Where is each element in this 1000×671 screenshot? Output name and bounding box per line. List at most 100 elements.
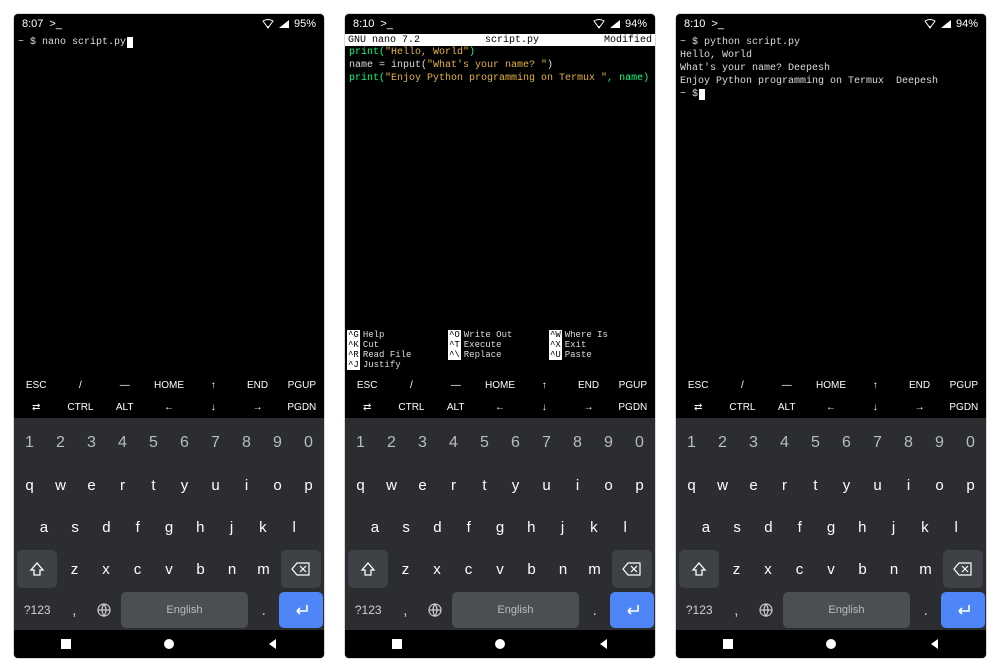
key-e[interactable]: e	[78, 466, 106, 504]
key-e[interactable]: e	[740, 466, 768, 504]
key-space[interactable]: English	[121, 592, 249, 628]
key-u[interactable]: u	[533, 466, 561, 504]
key-shift[interactable]	[679, 550, 719, 588]
terminal-area[interactable]	[14, 51, 324, 374]
ek-ctrl[interactable]: CTRL	[389, 396, 433, 418]
key-p[interactable]: p	[957, 466, 985, 504]
key-z[interactable]: z	[391, 550, 420, 588]
key-7[interactable]: 7	[533, 424, 561, 462]
key-v[interactable]: v	[486, 550, 515, 588]
key-8[interactable]: 8	[895, 424, 923, 462]
nav-recent[interactable]	[721, 637, 735, 651]
key-5[interactable]: 5	[140, 424, 168, 462]
key-a[interactable]: a	[692, 508, 720, 546]
key-1[interactable]: 1	[678, 424, 706, 462]
key-backspace[interactable]	[612, 550, 652, 588]
ek-right[interactable]: →	[235, 396, 279, 418]
ek-left[interactable]: ←	[147, 396, 191, 418]
key-4[interactable]: 4	[440, 424, 468, 462]
key-symbols[interactable]: ?123	[678, 592, 721, 628]
key-dot[interactable]: .	[582, 592, 607, 628]
key-q[interactable]: q	[347, 466, 375, 504]
key-symbols[interactable]: ?123	[347, 592, 390, 628]
ek-dash[interactable]: —	[434, 374, 478, 396]
ek-ctrl[interactable]: CTRL	[58, 396, 102, 418]
key-d[interactable]: d	[92, 508, 120, 546]
key-dot[interactable]: .	[251, 592, 276, 628]
nav-recent[interactable]	[390, 637, 404, 651]
terminal-area[interactable]	[345, 85, 655, 328]
key-1[interactable]: 1	[347, 424, 375, 462]
key-a[interactable]: a	[361, 508, 389, 546]
key-backspace[interactable]	[281, 550, 321, 588]
key-lang[interactable]	[421, 592, 449, 628]
key-j[interactable]: j	[879, 508, 907, 546]
ek-tab[interactable]: ⇄	[14, 396, 58, 418]
key-4[interactable]: 4	[771, 424, 799, 462]
ek-end[interactable]: END	[897, 374, 941, 396]
key-k[interactable]: k	[249, 508, 277, 546]
key-i[interactable]: i	[895, 466, 923, 504]
key-v[interactable]: v	[817, 550, 846, 588]
key-c[interactable]: c	[785, 550, 814, 588]
key-g[interactable]: g	[155, 508, 183, 546]
ek-alt[interactable]: ALT	[434, 396, 478, 418]
ek-home[interactable]: HOME	[478, 374, 522, 396]
key-r[interactable]: r	[109, 466, 137, 504]
key-w[interactable]: w	[378, 466, 406, 504]
key-6[interactable]: 6	[833, 424, 861, 462]
key-3[interactable]: 3	[78, 424, 106, 462]
key-p[interactable]: p	[295, 466, 323, 504]
key-l[interactable]: l	[611, 508, 639, 546]
key-g[interactable]: g	[486, 508, 514, 546]
key-f[interactable]: f	[124, 508, 152, 546]
key-c[interactable]: c	[454, 550, 483, 588]
terminal-area[interactable]	[676, 103, 986, 374]
key-u[interactable]: u	[202, 466, 230, 504]
ek-pgup[interactable]: PGUP	[611, 374, 655, 396]
ek-up[interactable]: ↑	[522, 374, 566, 396]
terminal[interactable]: ~ $ python script.py Hello, World What's…	[676, 34, 986, 103]
key-f[interactable]: f	[455, 508, 483, 546]
ek-home[interactable]: HOME	[809, 374, 853, 396]
key-m[interactable]: m	[249, 550, 278, 588]
key-x[interactable]: x	[754, 550, 783, 588]
key-b[interactable]: b	[186, 550, 215, 588]
key-x[interactable]: x	[92, 550, 121, 588]
key-l[interactable]: l	[280, 508, 308, 546]
key-r[interactable]: r	[771, 466, 799, 504]
ek-slash[interactable]: /	[58, 374, 102, 396]
key-u[interactable]: u	[864, 466, 892, 504]
key-w[interactable]: w	[709, 466, 737, 504]
ek-alt[interactable]: ALT	[103, 396, 147, 418]
key-y[interactable]: y	[502, 466, 530, 504]
ek-pgup[interactable]: PGUP	[280, 374, 324, 396]
key-o[interactable]: o	[264, 466, 292, 504]
key-s[interactable]: s	[61, 508, 89, 546]
ek-right[interactable]: →	[566, 396, 610, 418]
key-f[interactable]: f	[786, 508, 814, 546]
key-backspace[interactable]	[943, 550, 983, 588]
key-enter[interactable]	[610, 592, 653, 628]
key-2[interactable]: 2	[378, 424, 406, 462]
key-s[interactable]: s	[723, 508, 751, 546]
key-8[interactable]: 8	[564, 424, 592, 462]
nav-home[interactable]	[824, 637, 838, 651]
key-3[interactable]: 3	[740, 424, 768, 462]
key-b[interactable]: b	[517, 550, 546, 588]
terminal[interactable]: ~ $ nano script.py	[14, 34, 324, 51]
key-6[interactable]: 6	[502, 424, 530, 462]
key-j[interactable]: j	[217, 508, 245, 546]
key-e[interactable]: e	[409, 466, 437, 504]
key-lang[interactable]	[752, 592, 780, 628]
nav-recent[interactable]	[59, 637, 73, 651]
key-y[interactable]: y	[833, 466, 861, 504]
key-enter[interactable]	[941, 592, 984, 628]
key-space[interactable]: English	[452, 592, 580, 628]
key-0[interactable]: 0	[626, 424, 654, 462]
key-k[interactable]: k	[580, 508, 608, 546]
key-n[interactable]: n	[549, 550, 578, 588]
key-2[interactable]: 2	[709, 424, 737, 462]
ek-pgdn[interactable]: PGDN	[611, 396, 655, 418]
ek-alt[interactable]: ALT	[765, 396, 809, 418]
